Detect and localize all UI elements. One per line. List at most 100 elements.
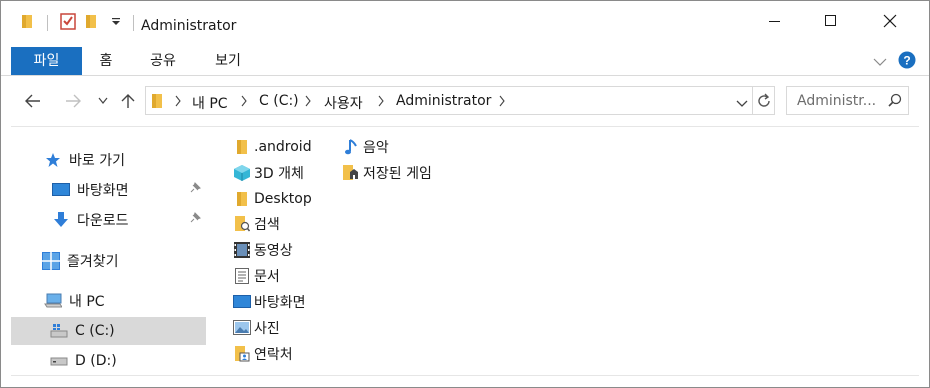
nav-label: 바로 가기 xyxy=(69,153,125,169)
chevron-right-icon[interactable] xyxy=(304,95,312,111)
close-icon xyxy=(883,14,897,28)
list-item[interactable]: .android xyxy=(233,135,312,159)
chevron-right-icon[interactable] xyxy=(174,95,182,111)
back-arrow-icon xyxy=(25,94,40,108)
minimize-icon xyxy=(769,21,780,22)
file-name: 동영상 xyxy=(254,243,293,259)
search-input[interactable]: Administr... xyxy=(786,86,909,115)
explorer-window: Administrator 파일 홈 공유 보기 ? 내 PC C (C:) 사… xyxy=(0,0,930,388)
nav-quick-access[interactable]: 바로 가기 xyxy=(43,146,125,174)
file-name: 사진 xyxy=(254,321,280,337)
nav-item-downloads[interactable]: 다운로드 xyxy=(51,206,206,234)
contacts-icon xyxy=(233,345,251,363)
file-name: Desktop xyxy=(254,191,312,207)
saved-games-icon xyxy=(342,164,360,182)
desktop-icon xyxy=(233,293,251,311)
nav-this-pc[interactable]: 내 PC xyxy=(43,287,105,315)
list-item[interactable]: 사진 xyxy=(233,316,280,340)
title-bar: Administrator xyxy=(1,1,929,41)
window-title: Administrator xyxy=(141,18,237,34)
chevron-down-icon xyxy=(98,97,108,104)
list-item[interactable]: 바탕화면 xyxy=(233,290,306,314)
back-button[interactable] xyxy=(21,89,45,113)
chevron-right-icon[interactable] xyxy=(240,95,248,111)
3d-objects-icon xyxy=(233,164,251,182)
list-item[interactable]: 문서 xyxy=(233,264,280,288)
svg-text:?: ? xyxy=(903,54,910,68)
windows-drive-icon xyxy=(49,321,69,341)
pictures-icon xyxy=(233,319,251,337)
search-placeholder: Administr... xyxy=(797,93,877,109)
file-name: 3D 개체 xyxy=(254,166,304,182)
address-dropdown-icon[interactable] xyxy=(736,96,748,112)
file-name: 연락처 xyxy=(254,347,293,363)
file-name: 바탕화면 xyxy=(254,295,306,311)
customize-dropdown-icon[interactable] xyxy=(111,11,121,31)
file-name: 저장된 게임 xyxy=(363,166,432,182)
ribbon: 파일 홈 공유 보기 ? xyxy=(1,45,929,77)
folder-icon xyxy=(150,92,164,114)
search-folder-icon xyxy=(233,215,251,233)
nav-label: C (C:) xyxy=(75,323,115,339)
tab-share[interactable]: 공유 xyxy=(141,47,185,75)
documents-icon xyxy=(233,267,251,285)
music-note-icon xyxy=(342,138,360,156)
close-button[interactable] xyxy=(867,1,913,41)
nav-label: 다운로드 xyxy=(77,213,129,229)
list-item[interactable]: 음악 xyxy=(342,135,389,159)
maximize-icon xyxy=(825,15,836,26)
forward-arrow-icon xyxy=(66,94,81,108)
nav-drive-c[interactable]: C (C:) xyxy=(11,317,206,345)
list-item[interactable]: 3D 개체 xyxy=(233,161,304,185)
list-item[interactable]: 검색 xyxy=(233,212,280,236)
tab-view[interactable]: 보기 xyxy=(206,47,250,75)
nav-favorites[interactable]: 즐겨찾기 xyxy=(41,247,119,275)
pin-icon[interactable] xyxy=(189,182,201,198)
folder-icon xyxy=(233,190,251,208)
nav-item-desktop[interactable]: 바탕화면 xyxy=(51,176,206,204)
nav-label: D (D:) xyxy=(75,353,117,369)
breadcrumb-users[interactable]: 사용자 xyxy=(324,93,363,113)
file-name: 문서 xyxy=(254,269,280,285)
list-item[interactable]: Desktop xyxy=(233,187,312,211)
breadcrumb-administrator[interactable]: Administrator xyxy=(396,93,491,109)
maximize-button[interactable] xyxy=(808,1,854,41)
drive-icon xyxy=(49,351,69,371)
minimize-button[interactable] xyxy=(752,1,798,41)
new-folder-icon[interactable] xyxy=(85,11,99,31)
list-item[interactable]: 연락처 xyxy=(233,342,293,366)
videos-icon xyxy=(233,241,251,259)
folder-icon xyxy=(21,11,35,31)
up-button[interactable] xyxy=(116,89,140,113)
folder-icon xyxy=(233,138,251,156)
pin-icon[interactable] xyxy=(189,212,201,228)
properties-icon[interactable] xyxy=(59,11,77,31)
list-item[interactable]: 동영상 xyxy=(233,238,293,262)
help-icon[interactable]: ? xyxy=(898,51,916,73)
nav-label: 즐겨찾기 xyxy=(67,254,119,270)
file-name: 검색 xyxy=(254,217,280,233)
up-arrow-icon xyxy=(121,94,135,108)
expand-ribbon-icon[interactable] xyxy=(873,55,887,71)
desktop-icon xyxy=(51,180,71,200)
tab-file[interactable]: 파일 xyxy=(11,47,82,75)
download-arrow-icon xyxy=(51,210,71,230)
nav-label: 내 PC xyxy=(69,294,105,310)
favorites-grid-icon xyxy=(41,251,61,271)
forward-button[interactable] xyxy=(61,89,85,113)
chevron-right-icon[interactable] xyxy=(498,95,506,111)
chevron-right-icon[interactable] xyxy=(377,95,385,111)
tab-home[interactable]: 홈 xyxy=(87,47,125,75)
nav-drive-d[interactable]: D (D:) xyxy=(49,347,117,375)
recent-locations-button[interactable] xyxy=(91,89,115,113)
breadcrumb-c-drive[interactable]: C (C:) xyxy=(259,93,299,109)
nav-label: 바탕화면 xyxy=(77,183,129,199)
refresh-icon[interactable] xyxy=(756,93,772,113)
file-name: .android xyxy=(254,139,312,155)
star-icon xyxy=(43,150,63,170)
list-item[interactable]: 저장된 게임 xyxy=(342,161,432,185)
address-bar[interactable]: 내 PC C (C:) 사용자 Administrator xyxy=(145,86,775,115)
breadcrumb-this-pc[interactable]: 내 PC xyxy=(192,93,228,113)
file-name: 음악 xyxy=(363,140,389,156)
search-icon[interactable] xyxy=(888,93,902,111)
